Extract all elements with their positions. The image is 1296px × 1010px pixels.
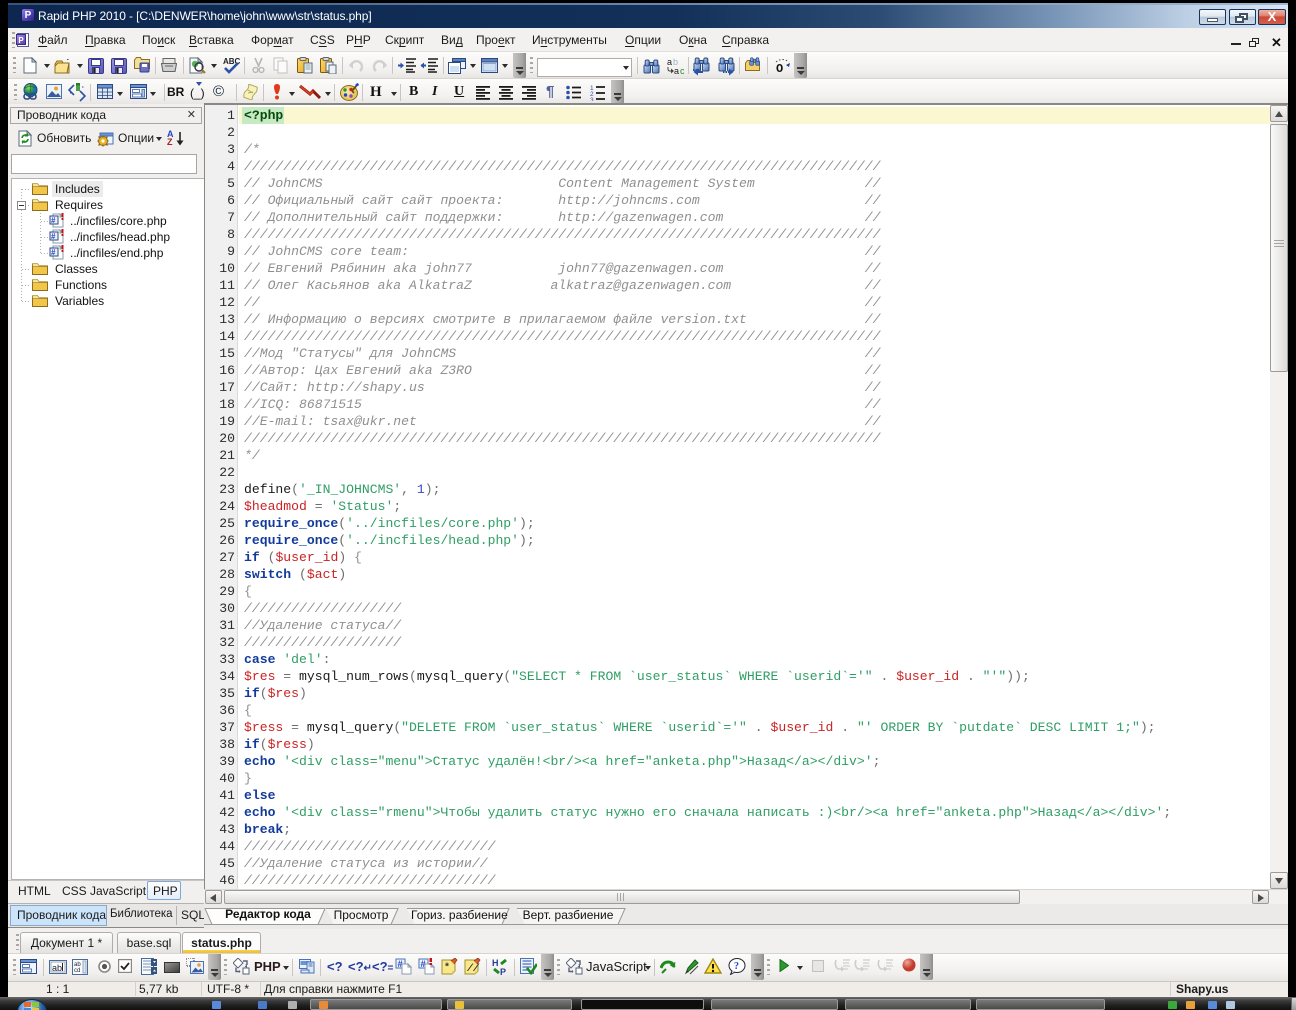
svg-text://: // <box>466 963 480 975</box>
svg-text:O: O <box>776 62 783 74</box>
svg-text:H: H <box>492 958 499 968</box>
svg-text:3: 3 <box>590 97 594 101</box>
svg-text:a: a <box>674 66 679 75</box>
svg-text:#: # <box>51 216 56 225</box>
svg-text:#: # <box>51 248 56 257</box>
svg-text:c: c <box>680 66 684 75</box>
svg-text:*: * <box>444 962 450 974</box>
svg-text:?: ? <box>734 961 739 972</box>
svg-text:a: a <box>667 57 672 67</box>
svg-text:P: P <box>500 967 506 975</box>
svg-text:ab: ab <box>52 963 62 973</box>
svg-text:cd: cd <box>74 968 80 974</box>
svg-text:#: # <box>51 232 56 241</box>
